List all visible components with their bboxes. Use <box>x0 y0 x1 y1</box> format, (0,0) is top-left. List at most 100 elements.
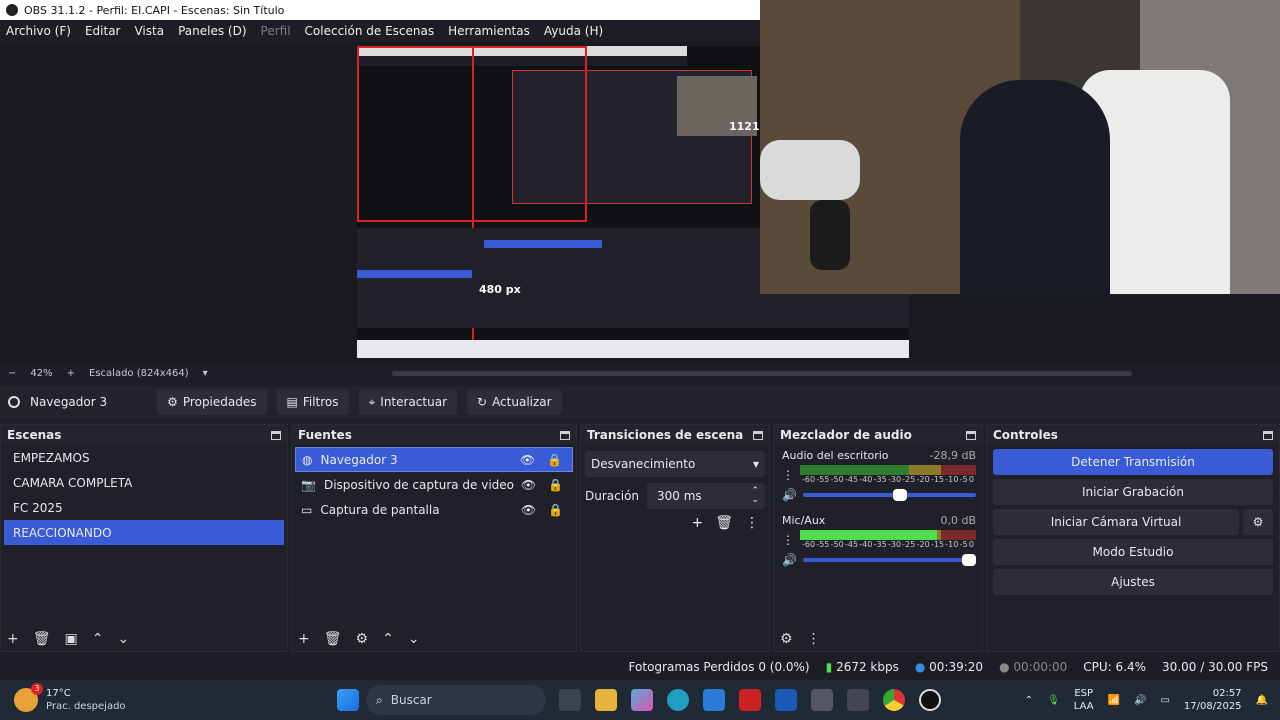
add-icon[interactable]: + <box>298 631 310 647</box>
source-item[interactable]: ▭ Captura de pantalla 👁 🔒 <box>295 497 573 522</box>
menu-herramientas[interactable]: Herramientas <box>448 24 530 38</box>
preview-scrollbar[interactable] <box>391 370 1132 376</box>
volume-slider[interactable] <box>802 554 976 566</box>
more-icon[interactable]: ⋮ <box>807 631 821 647</box>
scale-dropdown-icon[interactable]: ▾ <box>203 368 208 379</box>
undock-icon[interactable] <box>966 430 976 440</box>
eye-icon[interactable]: 👁 <box>521 478 536 492</box>
menu-ayuda[interactable]: Ayuda (H) <box>544 24 603 38</box>
stop-stream-button[interactable]: Detener Transmisión <box>993 449 1273 475</box>
mcafee-icon[interactable] <box>739 689 761 711</box>
undock-icon[interactable] <box>1263 430 1273 440</box>
virtual-cam-button[interactable]: Iniciar Cámara Virtual <box>993 509 1239 535</box>
windows-start-icon[interactable] <box>337 689 359 711</box>
trash-icon[interactable]: 🗑 <box>715 515 733 531</box>
controls-title: Controles <box>993 428 1058 442</box>
trash-icon[interactable]: 🗑 <box>324 631 342 647</box>
menu-coleccion[interactable]: Colección de Escenas <box>305 24 435 38</box>
taskbar-search[interactable]: ⌕ Buscar <box>366 685 546 715</box>
task-view-icon[interactable] <box>559 689 581 711</box>
more-icon[interactable]: ⋮ <box>782 533 794 547</box>
calculator-icon[interactable] <box>847 689 869 711</box>
file-explorer-icon[interactable] <box>595 689 617 711</box>
zoom-in-button[interactable]: + <box>67 368 75 379</box>
battery-icon[interactable]: ▭ <box>1160 695 1169 706</box>
weather-widget[interactable]: 3 17°C Prac. despejado <box>0 683 330 713</box>
scale-mode-label[interactable]: Escalado (824x464) <box>89 368 189 379</box>
source-item-selected[interactable]: ◍ Navegador 3 👁 🔒 <box>295 447 573 472</box>
controls-header: Controles <box>987 425 1279 445</box>
notification-icon[interactable]: 🔔 <box>1256 695 1268 706</box>
lock-icon[interactable]: 🔒 <box>548 478 563 492</box>
wifi-icon[interactable]: 📶 <box>1108 695 1120 706</box>
scene-item[interactable]: CAMARA COMPLETA <box>4 470 284 495</box>
chevron-up-icon[interactable]: ⌃ <box>1025 695 1033 706</box>
scale-tick: -55 <box>816 540 830 549</box>
chrome-icon[interactable] <box>883 689 905 711</box>
scale-tick: -5 <box>959 475 968 484</box>
copilot-icon[interactable] <box>631 689 653 711</box>
menu-perfil[interactable]: Perfil <box>261 24 291 38</box>
menu-editar[interactable]: Editar <box>85 24 121 38</box>
trash-icon[interactable]: 🗑 <box>33 631 51 647</box>
microphone-icon[interactable]: 🎙 <box>1047 695 1060 706</box>
undock-icon[interactable] <box>560 430 570 440</box>
add-icon[interactable]: + <box>7 631 19 647</box>
chevron-up-icon[interactable]: ⌃ <box>92 631 104 647</box>
refresh-button[interactable]: ↻ Actualizar <box>467 389 562 415</box>
scene-item[interactable]: EMPEZAMOS <box>4 445 284 470</box>
start-record-button[interactable]: Iniciar Grabación <box>993 479 1273 505</box>
filter-icon[interactable]: ▣ <box>65 631 78 647</box>
undock-icon[interactable] <box>271 430 281 440</box>
filters-button[interactable]: ▤ Filtros <box>276 389 349 415</box>
properties-button[interactable]: ⚙ Propiedades <box>157 389 267 415</box>
chevron-up-icon[interactable]: ⌃ <box>382 631 394 647</box>
speaker-icon[interactable]: 🔊 <box>782 553 797 567</box>
source-item[interactable]: 📷 Dispositivo de captura de video 👁 🔒 <box>295 472 573 497</box>
menu-archivo[interactable]: Archivo (F) <box>6 24 71 38</box>
camera-app-icon[interactable] <box>811 689 833 711</box>
chevron-down-icon[interactable]: ⌄ <box>117 631 129 647</box>
lock-icon[interactable]: 🔒 <box>547 453 562 467</box>
chevron-down-icon[interactable]: ⌄ <box>408 631 420 647</box>
add-icon[interactable]: + <box>691 515 703 531</box>
lock-icon[interactable]: 🔒 <box>548 503 563 517</box>
stream-time-value: 00:39:20 <box>929 660 984 674</box>
more-icon[interactable]: ⋮ <box>782 468 794 482</box>
gear-icon[interactable]: ⚙ <box>356 631 369 647</box>
scene-item[interactable]: FC 2025 <box>4 495 284 520</box>
visual-studio-icon[interactable] <box>703 689 725 711</box>
lang-bottom: LAA <box>1073 701 1094 712</box>
edge-icon[interactable] <box>667 689 689 711</box>
eye-icon[interactable]: 👁 <box>520 453 535 467</box>
menu-vista[interactable]: Vista <box>134 24 164 38</box>
language-indicator[interactable]: ESP LAA <box>1074 687 1094 713</box>
volume-slider[interactable] <box>802 489 976 501</box>
studio-mode-button[interactable]: Modo Estudio <box>993 539 1273 565</box>
obs-icon[interactable] <box>919 689 941 711</box>
signal-icon: ▮ <box>825 660 833 674</box>
scale-tick: -40 <box>859 475 873 484</box>
clock[interactable]: 02:57 17/08/2025 <box>1184 687 1242 713</box>
outlook-icon[interactable] <box>775 689 797 711</box>
zoom-out-button[interactable]: − <box>8 368 16 379</box>
weather-desc: Prac. despejado <box>46 701 126 712</box>
duration-field[interactable]: 300 ms ⌃ ⌄ <box>647 483 765 509</box>
volume-icon[interactable]: 🔊 <box>1134 695 1146 706</box>
speaker-icon[interactable]: 🔊 <box>782 488 797 502</box>
scene-item-selected[interactable]: REACCIONANDO <box>4 520 284 545</box>
stepper-icon[interactable]: ⌃ ⌄ <box>751 487 759 505</box>
gear-icon[interactable]: ⚙ <box>780 631 793 647</box>
more-icon[interactable]: ⋮ <box>745 515 759 531</box>
virtual-cam-settings-button[interactable]: ⚙ <box>1243 509 1273 535</box>
transition-select[interactable]: Desvanecimiento ▾ <box>585 451 765 477</box>
undock-icon[interactable] <box>753 430 763 440</box>
slider-knob[interactable] <box>892 489 907 501</box>
refresh-icon: ↻ <box>477 395 488 409</box>
settings-button[interactable]: Ajustes <box>993 569 1273 595</box>
interact-button[interactable]: ⌖ Interactuar <box>358 389 457 415</box>
eye-icon[interactable]: 👁 <box>521 503 536 517</box>
weather-icon: 3 <box>14 683 43 712</box>
menu-paneles[interactable]: Paneles (D) <box>178 24 246 38</box>
slider-knob[interactable] <box>962 554 976 566</box>
